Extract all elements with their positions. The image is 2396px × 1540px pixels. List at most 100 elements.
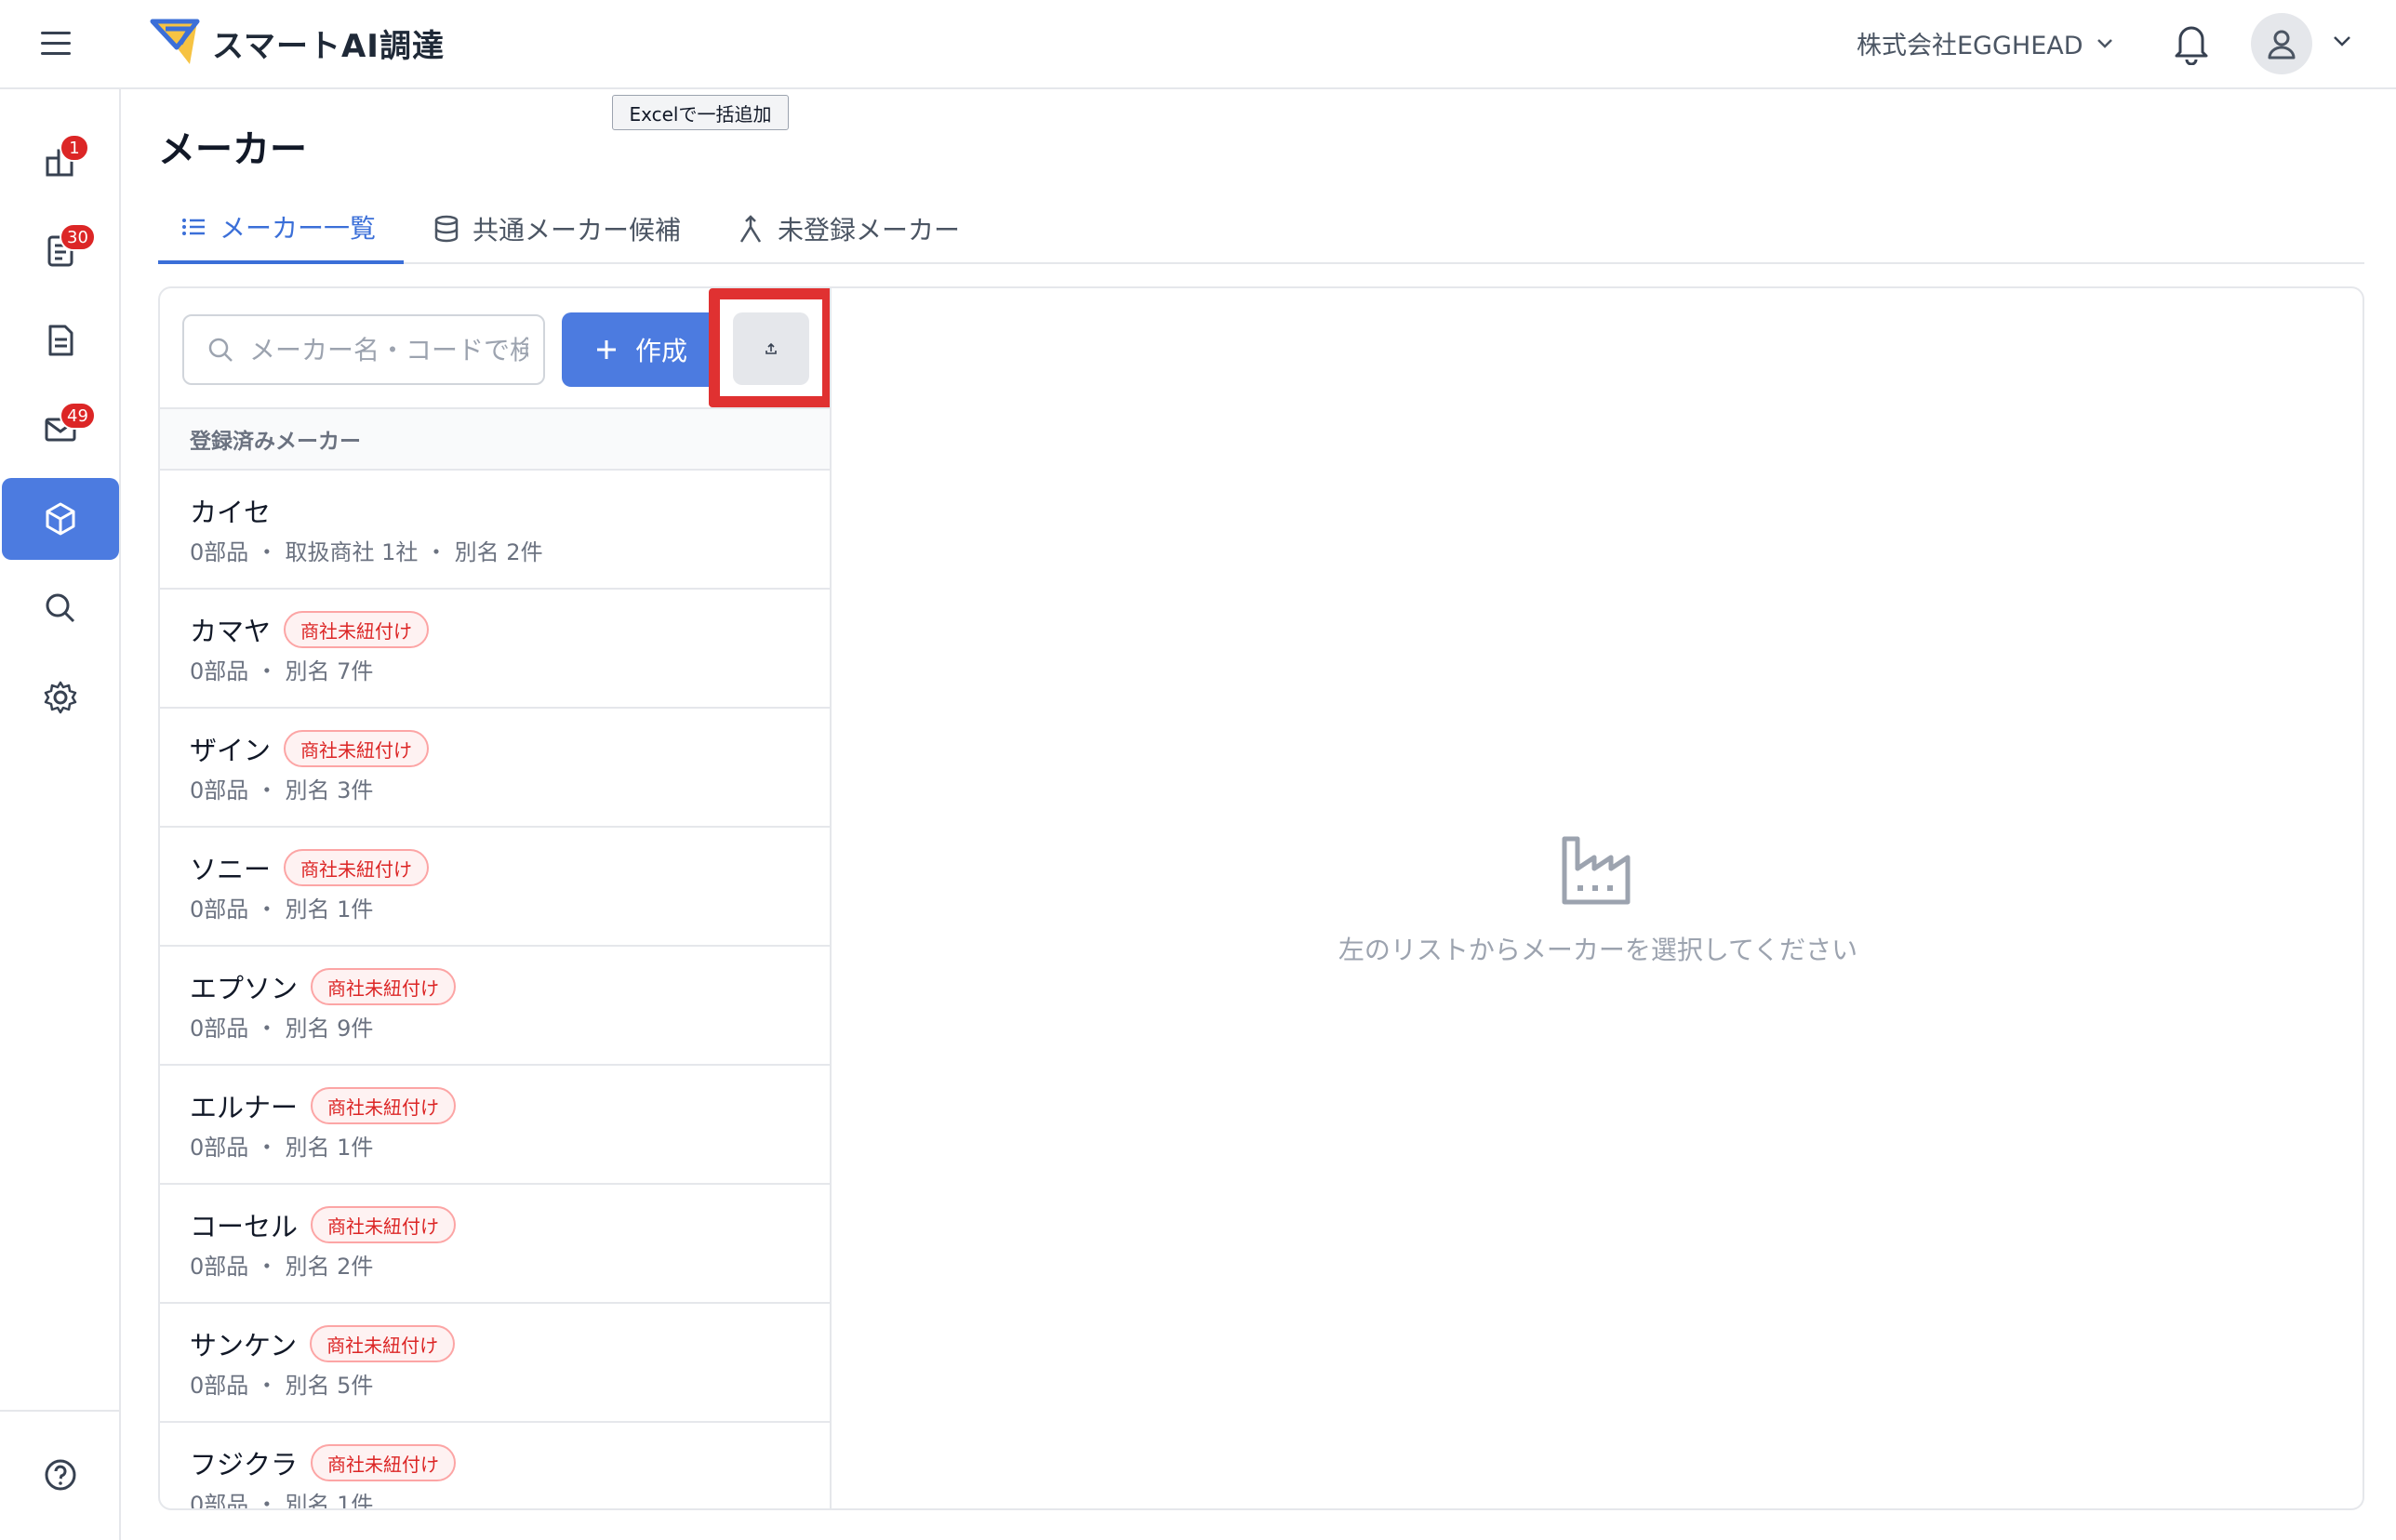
search-icon [46,593,75,623]
sidebar-divider [0,1410,119,1412]
maker-panel: 作成 登録済みメーカー カイセ 0部品 [158,286,2364,1510]
notification-badge: 49 [60,402,96,430]
create-label: 作成 [634,336,687,366]
maker-meta: 0部品 ・ 取扱商社 1社 ・ 別名 2件 [190,539,543,565]
row-title: コーセル 商社未紐付け [190,1205,457,1244]
sidebar-item-mail[interactable]: 49 [2,389,119,471]
avatar[interactable] [2251,13,2312,74]
app-logo[interactable]: スマートAI調達 [149,13,445,73]
bell-icon[interactable] [2171,20,2212,65]
company-selector[interactable]: 株式会社EGGHEAD [1857,22,2115,63]
box-icon [46,502,75,536]
document-icon [48,325,73,356]
maker-list-column: 作成 登録済みメーカー カイセ 0部品 [160,288,832,1510]
maker-meta: 0部品 ・ 別名 2件 [190,1254,374,1280]
maker-name: ソニー [190,854,272,885]
tab-common-candidates[interactable]: 共通メーカー候補 [433,193,681,264]
maker-meta: 0部品 ・ 別名 1件 [190,1492,374,1510]
factory-icon [1562,836,1631,905]
page-title: メーカー [158,128,307,171]
list-item[interactable]: フジクラ 商社未紐付け 0部品 ・ 別名 1件 [160,1423,830,1510]
status-badge: 商社未紐付け [284,849,430,886]
maker-name: エプソン [190,973,299,1004]
row-title: サンケン 商社未紐付け [190,1324,456,1363]
search-box[interactable] [182,314,545,385]
gear-icon [44,681,77,714]
maker-name: フジクラ [190,1449,299,1480]
maker-meta: 0部品 ・ 別名 3件 [190,777,374,803]
maker-name: サンケン [190,1330,298,1361]
user-menu-chevron-icon[interactable] [2331,30,2353,52]
row-title: ザイン 商社未紐付け [190,729,430,768]
notification-badge: 1 [60,134,89,162]
app-name: スマートAI調達 [212,27,445,65]
list-icon [182,219,205,235]
upload-highlight [709,288,830,407]
sidebar-item-search[interactable] [2,567,119,649]
plus-icon [596,340,616,359]
status-badge: 商社未紐付け [311,1444,457,1481]
sidebar-item-requests[interactable]: 30 [2,210,119,292]
maker-meta: 0部品 ・ 別名 9件 [190,1016,374,1042]
tab-label: メーカー一覧 [220,213,377,244]
create-button[interactable]: 作成 [562,312,720,387]
maker-name: コーセル [190,1211,299,1242]
list-header: 登録済みメーカー [160,407,830,471]
upload-icon [765,342,777,354]
maker-name: エルナー [190,1092,299,1123]
excel-upload-button[interactable] [733,312,809,385]
row-title: カイセ [190,491,271,530]
status-badge: 商社未紐付け [284,611,430,648]
sidebar-item-settings[interactable] [2,657,119,738]
row-title: ソニー 商社未紐付け [190,848,430,887]
search-input[interactable] [249,334,528,365]
list-item[interactable]: カイセ 0部品 ・ 取扱商社 1社 ・ 別名 2件 [160,471,830,590]
maker-meta: 0部品 ・ 別名 7件 [190,658,374,684]
row-title: カマヤ 商社未紐付け [190,610,430,649]
tab-maker-list[interactable]: メーカー一覧 [158,193,404,264]
merge-icon [739,215,762,243]
database-icon [434,215,459,243]
list-toolbar: 作成 [160,288,830,409]
sidebar-item-dashboard[interactable]: 1 [2,121,119,203]
maker-name: カイセ [190,497,272,528]
sidebar: 1 30 49 [0,89,121,1540]
status-badge: 商社未紐付け [311,968,457,1005]
company-name: 株式会社EGGHEAD [1857,31,2083,60]
list-item[interactable]: ソニー 商社未紐付け 0部品 ・ 別名 1件 [160,828,830,947]
sidebar-item-documents[interactable] [2,299,119,381]
empty-state-text: 左のリストからメーカーを選択してください [1338,935,1858,965]
list-item[interactable]: エルナー 商社未紐付け 0部品 ・ 別名 1件 [160,1066,830,1185]
help-icon [45,1459,76,1491]
app-root: スマートAI調達 株式会社EGGHEAD 1 30 49 メーカー メーカー一覧… [0,0,2396,1540]
maker-meta: 0部品 ・ 別名 5件 [190,1373,374,1399]
upload-tooltip: Excelで一括追加 [612,95,789,130]
sidebar-item-help[interactable] [2,1434,119,1516]
list-item[interactable]: コーセル 商社未紐付け 0部品 ・ 別名 2件 [160,1185,830,1304]
top-header: スマートAI調達 株式会社EGGHEAD [0,0,2396,89]
tab-unregistered-makers[interactable]: 未登録メーカー [737,193,960,264]
row-title: フジクラ 商社未紐付け [190,1443,457,1482]
list-item[interactable]: カマヤ 商社未紐付け 0部品 ・ 別名 7件 [160,590,830,709]
status-badge: 商社未紐付け [284,730,430,767]
status-badge: 商社未紐付け [310,1325,456,1362]
list-item[interactable]: ザイン 商社未紐付け 0部品 ・ 別名 3件 [160,709,830,828]
search-icon [208,338,233,362]
sidebar-item-makers[interactable] [2,478,119,560]
logo-mark-icon [150,19,200,64]
row-title: エルナー 商社未紐付け [190,1086,457,1125]
list-item[interactable]: サンケン 商社未紐付け 0部品 ・ 別名 5件 [160,1304,830,1423]
maker-list: カイセ 0部品 ・ 取扱商社 1社 ・ 別名 2件 カマヤ 商社未紐付け 0部品… [160,471,830,1510]
tab-bar: メーカー一覧 共通メーカー候補 未登録メーカー [158,193,2364,264]
tab-label: 未登録メーカー [778,215,961,246]
chevron-down-icon [2096,39,2112,48]
maker-name: ザイン [190,735,272,766]
maker-meta: 0部品 ・ 別名 1件 [190,896,374,923]
list-item[interactable]: エプソン 商社未紐付け 0部品 ・ 別名 9件 [160,947,830,1066]
hamburger-menu-icon[interactable] [41,22,82,63]
status-badge: 商社未紐付け [311,1206,457,1243]
row-title: エプソン 商社未紐付け [190,967,457,1006]
notification-badge: 30 [60,223,96,251]
status-badge: 商社未紐付け [311,1087,457,1124]
user-icon [2268,30,2296,60]
